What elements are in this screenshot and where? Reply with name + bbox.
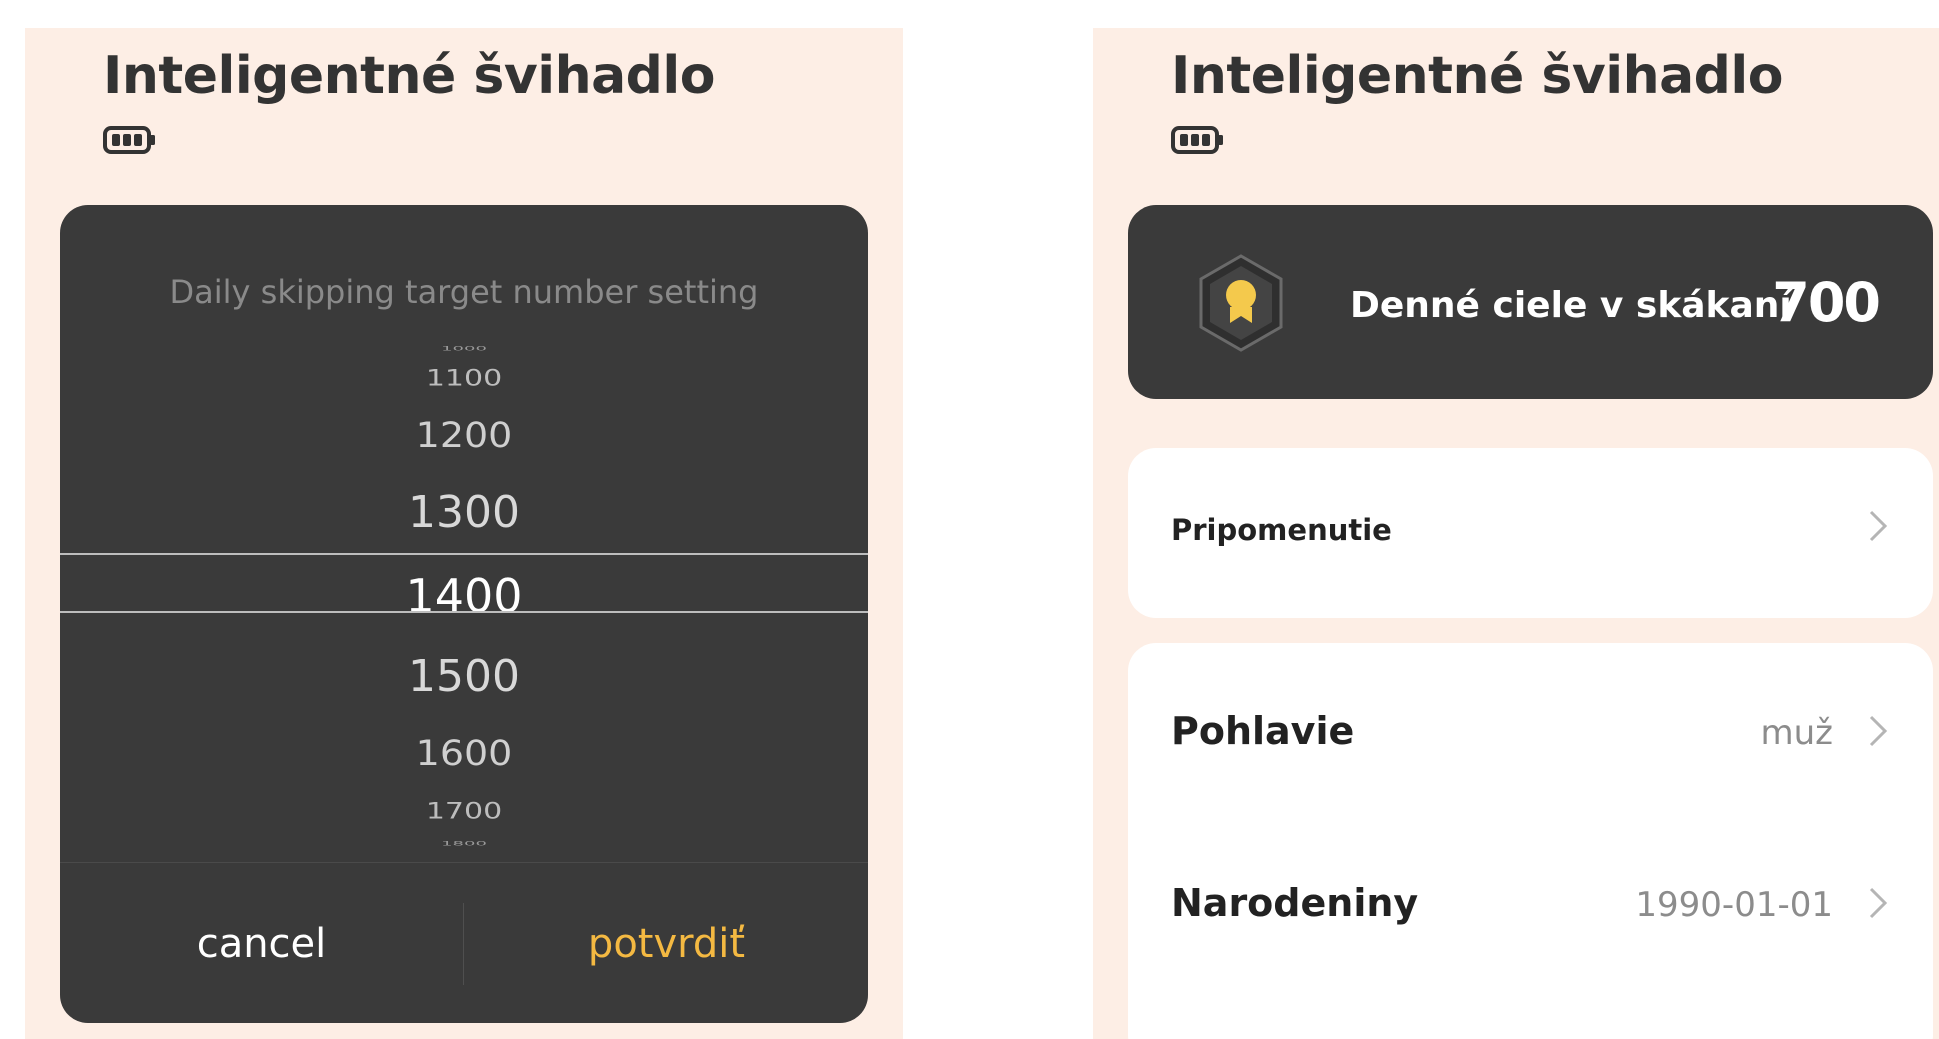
selection-line-top: [60, 553, 868, 555]
wheel-item[interactable]: 1300: [60, 487, 868, 538]
target-picker-dialog: Daily skipping target number setting 100…: [60, 205, 868, 1023]
battery-full-icon: [1171, 126, 1223, 154]
selection-line-bottom: [60, 611, 868, 613]
wheel-item[interactable]: 1800: [60, 840, 868, 847]
picker-footer: cancel potvrdiť: [60, 862, 868, 1023]
profile-card: Pohlavie muž Narodeniny 1990-01-01: [1128, 643, 1933, 1039]
wheel-item[interactable]: 1100: [60, 365, 868, 391]
medal-badge-icon: [1199, 254, 1283, 352]
gender-row[interactable]: Pohlavie muž: [1128, 643, 1933, 813]
wheel-item[interactable]: 1700: [60, 798, 868, 824]
app-title: Inteligentné švihadlo: [103, 46, 715, 106]
reminder-card[interactable]: Pripomenutie: [1128, 448, 1933, 618]
daily-goal-card[interactable]: Denné ciele v skákaní 700: [1128, 205, 1933, 399]
wheel-item[interactable]: 1600: [60, 733, 868, 773]
wheel-item-selected[interactable]: 1400: [60, 569, 868, 623]
button-divider: [463, 903, 464, 985]
reminder-label: Pripomenutie: [1171, 513, 1392, 547]
reminder-row[interactable]: Pripomenutie: [1128, 448, 1933, 618]
confirm-button[interactable]: potvrdiť: [465, 863, 868, 1023]
wheel-item[interactable]: 1000: [60, 345, 868, 352]
number-wheel[interactable]: 1000 1100 1200 1300 1400 1500 1600 1700 …: [60, 335, 868, 860]
chevron-right-icon: [1869, 510, 1888, 542]
daily-goal-label: Denné ciele v skákaní: [1350, 285, 1792, 326]
gender-value: muž: [1760, 713, 1833, 753]
app-title: Inteligentné švihadlo: [1171, 46, 1783, 106]
daily-goal-value: 700: [1772, 271, 1881, 334]
gender-label: Pohlavie: [1171, 709, 1355, 753]
picker-title: Daily skipping target number setting: [169, 273, 759, 311]
chevron-right-icon: [1869, 887, 1888, 919]
cancel-button[interactable]: cancel: [60, 863, 463, 1023]
battery-full-icon: [103, 126, 155, 154]
wheel-item[interactable]: 1200: [60, 415, 868, 455]
chevron-right-icon: [1869, 715, 1888, 747]
birthday-row[interactable]: Narodeniny 1990-01-01: [1128, 813, 1933, 983]
right-screen: Inteligentné švihadlo Denné ciele v skák…: [1093, 28, 1939, 1039]
left-screen: Inteligentné švihadlo Daily skipping tar…: [25, 28, 903, 1039]
wheel-item[interactable]: 1500: [60, 651, 868, 702]
birthday-label: Narodeniny: [1171, 881, 1419, 925]
birthday-value: 1990-01-01: [1635, 885, 1833, 925]
